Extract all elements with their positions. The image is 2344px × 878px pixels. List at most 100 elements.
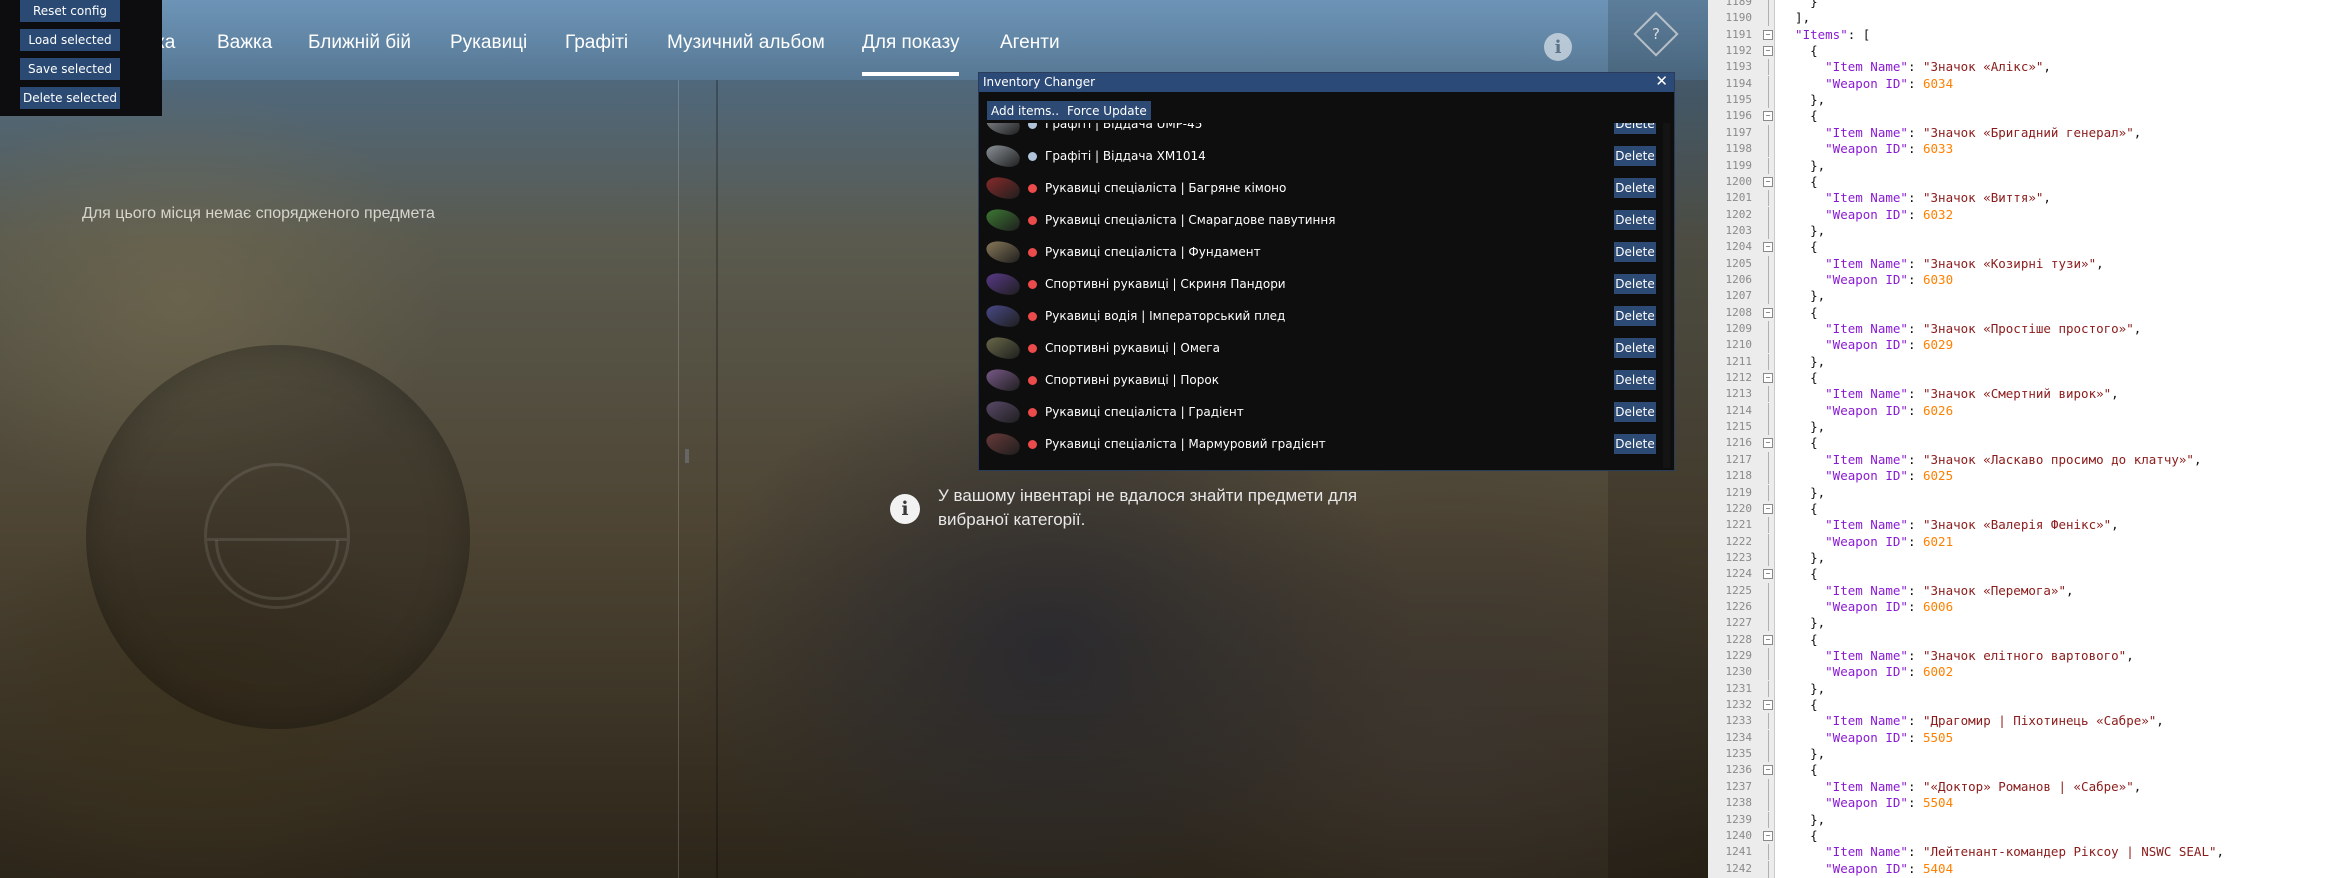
inventory-scrollbar[interactable] — [1663, 123, 1670, 468]
code-line[interactable]: 1230 "Weapon ID": 6002 — [1708, 664, 2344, 681]
code-line[interactable]: 1228− { — [1708, 632, 2344, 648]
code-line[interactable]: 1225 "Item Name": "Значок «Перемога»", — [1708, 582, 2344, 599]
code-line[interactable]: 1205 "Item Name": "Значок «Козирні тузи»… — [1708, 255, 2344, 272]
delete-item-button[interactable]: Delete — [1614, 306, 1656, 326]
force-update-button[interactable]: Force Update — [1063, 101, 1151, 120]
nav-tab-agents[interactable]: Агенти — [1000, 32, 1060, 54]
code-line[interactable]: 1214 "Weapon ID": 6026 — [1708, 402, 2344, 419]
code-line[interactable]: 1189 } — [1708, 0, 2344, 10]
code-line[interactable]: 1207 }, — [1708, 288, 2344, 305]
code-line[interactable]: 1210 "Weapon ID": 6029 — [1708, 337, 2344, 354]
code-line[interactable]: 1192− { — [1708, 43, 2344, 59]
fold-toggle-icon[interactable]: − — [1763, 503, 1773, 514]
reset-config-button[interactable]: Reset config — [20, 0, 120, 22]
code-line[interactable]: 1212− { — [1708, 370, 2344, 386]
code-editor[interactable]: 1189 } 1190 ], 1191− "Items": [1192− {1193… — [1708, 0, 2344, 878]
code-line[interactable]: 1218 "Weapon ID": 6025 — [1708, 468, 2344, 485]
nav-tab-heavy[interactable]: Важка — [217, 32, 272, 54]
code-line[interactable]: 1203 }, — [1708, 222, 2344, 239]
delete-item-button[interactable]: Delete — [1614, 210, 1656, 230]
fold-toggle-icon[interactable]: − — [1763, 438, 1773, 449]
code-line[interactable]: 1240− { — [1708, 828, 2344, 844]
fold-toggle-icon[interactable]: − — [1763, 830, 1773, 841]
nav-tab-display[interactable]: Для показу — [862, 32, 960, 76]
load-selected-button[interactable]: Load selected — [20, 29, 120, 51]
fold-toggle-icon[interactable]: − — [1763, 176, 1773, 187]
code-line[interactable]: 1197 "Item Name": "Значок «Бригадний ген… — [1708, 124, 2344, 141]
delete-item-button[interactable]: Delete — [1614, 402, 1656, 422]
inventory-item-row[interactable]: Спортивні рукавиці | Порок Delete — [979, 364, 1659, 396]
code-line[interactable]: 1220− { — [1708, 501, 2344, 517]
delete-item-button[interactable]: Delete — [1614, 242, 1656, 262]
code-line[interactable]: 1213 "Item Name": "Значок «Смертний виро… — [1708, 386, 2344, 403]
code-line[interactable]: 1190 ], — [1708, 10, 2344, 27]
fold-toggle-icon[interactable]: − — [1763, 765, 1773, 776]
code-line[interactable]: 1221 "Item Name": "Значок «Валерія Фенік… — [1708, 517, 2344, 534]
code-line[interactable]: 1234 "Weapon ID": 5505 — [1708, 729, 2344, 746]
code-line[interactable]: 1242 "Weapon ID": 5404 — [1708, 860, 2344, 877]
code-line[interactable]: 1224− { — [1708, 566, 2344, 582]
delete-item-button[interactable]: Delete — [1614, 123, 1656, 134]
code-line[interactable]: 1201 "Item Name": "Значок «Виття»", — [1708, 190, 2344, 207]
code-line[interactable]: 1231 }, — [1708, 680, 2344, 697]
delete-item-button[interactable]: Delete — [1614, 178, 1656, 198]
info-icon[interactable]: i — [1544, 33, 1572, 61]
code-line[interactable]: 1191− "Items": [ — [1708, 27, 2344, 43]
inventory-item-row[interactable]: Рукавиці спеціаліста | Мармуровий градіє… — [979, 428, 1659, 460]
delete-item-button[interactable]: Delete — [1614, 146, 1656, 166]
delete-item-button[interactable]: Delete — [1614, 338, 1656, 358]
code-line[interactable]: 1204− { — [1708, 239, 2344, 255]
inventory-item-row[interactable]: Спортивні рукавиці | Омега Delete — [979, 332, 1659, 364]
inventory-item-row[interactable]: Графіті | Віддача UMP-45 Delete — [979, 123, 1659, 140]
inventory-item-row[interactable]: Рукавиці спеціаліста | Фундамент Delete — [979, 236, 1659, 268]
code-line[interactable]: 1239 }, — [1708, 811, 2344, 828]
code-line[interactable]: 1202 "Weapon ID": 6032 — [1708, 206, 2344, 223]
close-icon[interactable]: ✕ — [1655, 72, 1668, 90]
code-line[interactable]: 1241 "Item Name": "Лейтенант-командер Рі… — [1708, 844, 2344, 861]
inventory-item-row[interactable]: Рукавиці спеціаліста | Смарагдове павути… — [979, 204, 1659, 236]
fold-toggle-icon[interactable]: − — [1763, 569, 1773, 580]
code-line[interactable]: 1236− { — [1708, 762, 2344, 778]
code-line[interactable]: 1217 "Item Name": "Значок «Ласкаво проси… — [1708, 451, 2344, 468]
code-line[interactable]: 1209 "Item Name": "Значок «Простіше прос… — [1708, 321, 2344, 337]
delete-item-button[interactable]: Delete — [1614, 370, 1656, 390]
nav-tab-music-kit[interactable]: Музичний альбом — [667, 32, 825, 54]
code-line[interactable]: 1229 "Item Name": "Значок елітного варто… — [1708, 648, 2344, 664]
delete-selected-button[interactable]: Delete selected — [20, 87, 120, 109]
code-line[interactable]: 1199 }, — [1708, 157, 2344, 174]
code-line[interactable]: 1216− { — [1708, 435, 2344, 451]
code-line[interactable]: 1235 }, — [1708, 746, 2344, 763]
code-line[interactable]: 1193 "Item Name": "Значок «Алікс»", — [1708, 59, 2344, 76]
code-line[interactable]: 1223 }, — [1708, 549, 2344, 566]
delete-item-button[interactable]: Delete — [1614, 274, 1656, 294]
fold-toggle-icon[interactable]: − — [1763, 700, 1773, 711]
inventory-list[interactable]: Графіті | Віддача UMP-45 Delete Графіті | … — [979, 123, 1659, 468]
fold-toggle-icon[interactable]: − — [1763, 634, 1773, 645]
code-line[interactable]: 1198 "Weapon ID": 6033 — [1708, 141, 2344, 158]
code-line[interactable]: 1206 "Weapon ID": 6030 — [1708, 271, 2344, 288]
delete-item-button[interactable]: Delete — [1614, 434, 1656, 454]
code-line[interactable]: 1195 }, — [1708, 92, 2344, 109]
nav-tab-melee[interactable]: Ближній бій — [308, 32, 411, 54]
code-line[interactable]: 1233 "Item Name": "Драгомир | Піхотинець… — [1708, 713, 2344, 730]
code-line[interactable]: 1215 }, — [1708, 419, 2344, 436]
fold-toggle-icon[interactable]: − — [1763, 373, 1773, 384]
code-line[interactable]: 1232− { — [1708, 697, 2344, 713]
code-line[interactable]: 1200− { — [1708, 174, 2344, 190]
code-line[interactable]: 1222 "Weapon ID": 6021 — [1708, 533, 2344, 550]
code-line[interactable]: 1194 "Weapon ID": 6034 — [1708, 75, 2344, 92]
fold-toggle-icon[interactable]: − — [1763, 242, 1773, 253]
scrollbar-thumb[interactable] — [685, 449, 689, 463]
fold-toggle-icon[interactable]: − — [1763, 46, 1773, 57]
inventory-item-row[interactable]: Рукавиці спеціаліста | Градієнт Delete — [979, 396, 1659, 428]
inventory-item-row[interactable]: Рукавиці водія | Імператорський плед Dele… — [979, 300, 1659, 332]
nav-tab-gloves[interactable]: Рукавиці — [450, 32, 527, 54]
code-line[interactable]: 1211 }, — [1708, 353, 2344, 370]
inventory-item-row[interactable]: Графіті | Віддача XM1014 Delete — [979, 140, 1659, 172]
inventory-item-row[interactable]: Рукавиці спеціаліста | Багряне кімоно Del… — [979, 172, 1659, 204]
nav-tab-graffiti[interactable]: Графіті — [565, 32, 628, 54]
window-titlebar[interactable]: Inventory Changer ✕ — [979, 72, 1674, 92]
code-line[interactable]: 1226 "Weapon ID": 6006 — [1708, 598, 2344, 615]
code-line[interactable]: 1208− { — [1708, 305, 2344, 321]
fold-toggle-icon[interactable]: − — [1763, 111, 1773, 122]
